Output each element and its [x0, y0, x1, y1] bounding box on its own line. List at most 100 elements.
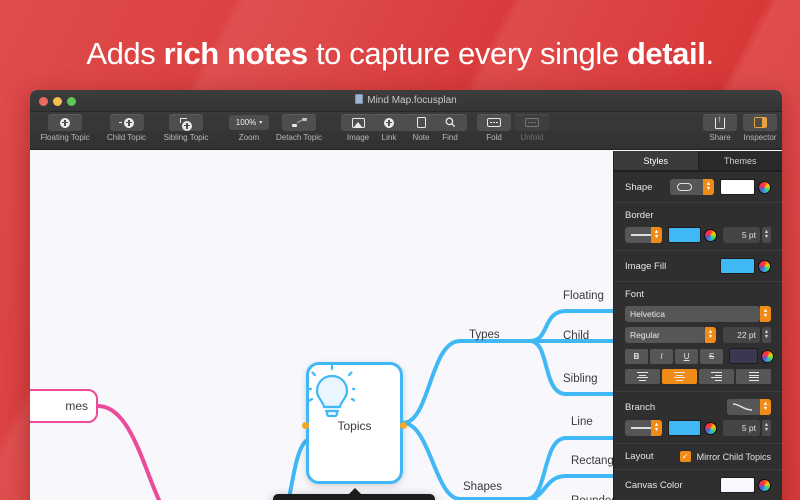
mirror-child-topics-label: Mirror Child Topics	[696, 451, 771, 462]
border-color-swatch[interactable]	[668, 227, 701, 243]
branch-style-select[interactable]: ▲ ▼	[625, 420, 662, 436]
toolbar-inspector[interactable]: Inspector	[738, 114, 782, 142]
section-layout: Layout ✓ Mirror Child Topics	[614, 443, 782, 469]
shape-fill-swatch[interactable]	[720, 179, 755, 195]
align-left-button[interactable]	[625, 369, 660, 384]
plus-circle-icon	[48, 114, 82, 131]
solid-line-icon	[631, 234, 651, 236]
toolbar-floating-topic[interactable]: Floating Topic	[36, 114, 94, 142]
document-title-text: Mind Map.focusplan	[367, 95, 457, 106]
bold-button[interactable]: B	[625, 348, 648, 364]
toolbar-label: Unfold	[520, 133, 544, 142]
toolbar-find[interactable]: Find	[430, 114, 470, 142]
mirror-child-topics-checkbox[interactable]: ✓	[679, 451, 691, 462]
branch-color-swatch[interactable]	[668, 420, 701, 436]
section-shape: Shape ▲ ▼	[614, 172, 782, 202]
resize-handle-right[interactable]	[400, 422, 407, 429]
canvas-color-label: Canvas Color	[625, 479, 683, 491]
toolbar: Floating Topic Child Topic Sibling Topic…	[30, 112, 782, 150]
toolbar-label: Sibling Topic	[163, 133, 209, 142]
color-wheel-icon[interactable]	[758, 259, 771, 273]
label-sibling: Sibling	[563, 373, 598, 385]
font-label: Font	[625, 289, 645, 300]
branch-curve-select[interactable]: ▲ ▼	[727, 399, 771, 415]
underline-button[interactable]: U	[675, 348, 698, 364]
mindmap-canvas[interactable]: Types Floating Child Sibling Shapes Line…	[30, 151, 613, 500]
stepper-icon[interactable]: ▲ ▼	[703, 179, 714, 195]
font-style-stepper[interactable]: ▲ ▼	[705, 327, 716, 343]
stepper-icon[interactable]: ▲ ▼	[651, 227, 662, 243]
inspector-panel: Styles Themes Shape ▲ ▼ Border ▲ ▼ 5 pt …	[613, 151, 782, 500]
tab-themes[interactable]: Themes	[697, 151, 782, 171]
border-width-stepper[interactable]: ▲ ▼	[762, 227, 771, 243]
node-themes[interactable]: mes	[30, 389, 98, 423]
label-floating: Floating	[563, 290, 604, 302]
color-wheel-icon[interactable]	[758, 478, 771, 492]
s-curve-icon	[732, 403, 753, 411]
shape-style-select[interactable]: ▲ ▼	[670, 179, 714, 195]
toolbar-unfold[interactable]: Unfold	[511, 114, 553, 142]
resize-handle-left[interactable]	[302, 422, 309, 429]
label-line: Line	[571, 416, 593, 428]
color-wheel-icon[interactable]	[704, 421, 717, 435]
align-center-button[interactable]	[662, 369, 697, 384]
font-size-stepper[interactable]: ▲ ▼	[762, 327, 771, 343]
color-wheel-icon[interactable]	[761, 349, 774, 363]
section-image-fill: Image Fill	[614, 250, 782, 281]
zoom-select[interactable]: 100% ▾	[229, 115, 269, 130]
label-rectangle: Rectangle	[571, 455, 613, 467]
search-icon	[433, 114, 467, 131]
toolbar-detach-topic[interactable]: Detach Topic	[270, 114, 328, 142]
align-justify-button[interactable]	[736, 369, 771, 384]
toolbar-label: Child Topic	[107, 133, 146, 142]
font-color-swatch[interactable]	[729, 348, 758, 364]
toolbar-sibling-topic[interactable]: Sibling Topic	[157, 114, 215, 142]
font-style-select[interactable]: Regular	[625, 327, 705, 343]
toolbar-share[interactable]: Share	[700, 114, 740, 142]
label-rounded: Rounded	[571, 495, 613, 500]
font-family-select[interactable]: Helvetica	[625, 306, 760, 322]
chevron-down-icon: ▾	[259, 120, 263, 126]
share-icon	[703, 114, 737, 131]
italic-button[interactable]: I	[650, 348, 673, 364]
font-family-stepper[interactable]: ▲ ▼	[760, 306, 771, 322]
headline-part3: .	[705, 36, 714, 71]
detach-topic-icon	[282, 114, 316, 131]
note-popup[interactable]: Take efficient notes. Mind maps help you…	[273, 488, 435, 500]
branch-width-stepper[interactable]: ▲ ▼	[762, 420, 771, 436]
note-popup-arrow	[348, 488, 362, 495]
image-fill-label: Image Fill	[625, 260, 667, 272]
app-window: Mind Map.focusplan Floating Topic Child …	[30, 90, 782, 500]
inspector-tabs: Styles Themes	[614, 151, 782, 172]
stepper-icon[interactable]: ▲ ▼	[651, 420, 662, 436]
canvas-color-swatch[interactable]	[720, 477, 755, 493]
branch-width-field[interactable]: 5 pt	[723, 420, 760, 436]
color-wheel-icon[interactable]	[758, 180, 771, 194]
shape-label: Shape	[625, 181, 653, 193]
align-right-button[interactable]	[699, 369, 734, 384]
sibling-topic-icon	[169, 114, 203, 131]
color-wheel-icon[interactable]	[704, 228, 717, 242]
section-branch: Branch ▲ ▼ ▲ ▼ 5 pt ▲ ▼	[614, 391, 782, 443]
border-style-select[interactable]: ▲ ▼	[625, 227, 662, 243]
headline-part1: Adds	[86, 36, 164, 71]
toolbar-child-topic[interactable]: Child Topic	[100, 114, 153, 142]
strikethrough-button[interactable]: S	[700, 348, 723, 364]
border-width-field[interactable]: 5 pt	[723, 227, 760, 243]
fold-icon	[477, 114, 511, 131]
image-fill-swatch[interactable]	[720, 258, 755, 274]
label-child: Child	[563, 330, 590, 342]
font-size-field[interactable]: 22 pt	[723, 327, 760, 343]
stepper-icon[interactable]: ▲ ▼	[760, 399, 771, 415]
page-title: Adds rich notes to capture every single …	[0, 36, 800, 72]
font-family-value: Helvetica	[630, 309, 665, 319]
toolbar-label: Fold	[486, 133, 502, 142]
headline-bold2: detail	[626, 36, 706, 71]
node-topics[interactable]: Topics	[302, 362, 407, 484]
tab-styles[interactable]: Styles	[614, 151, 698, 171]
toolbar-fold[interactable]: Fold	[475, 114, 513, 142]
toolbar-label: Inspector	[743, 133, 777, 142]
window-titlebar: Mind Map.focusplan	[30, 90, 782, 112]
document-title: Mind Map.focusplan	[30, 94, 782, 106]
promo-screenshot: Adds rich notes to capture every single …	[0, 0, 800, 500]
